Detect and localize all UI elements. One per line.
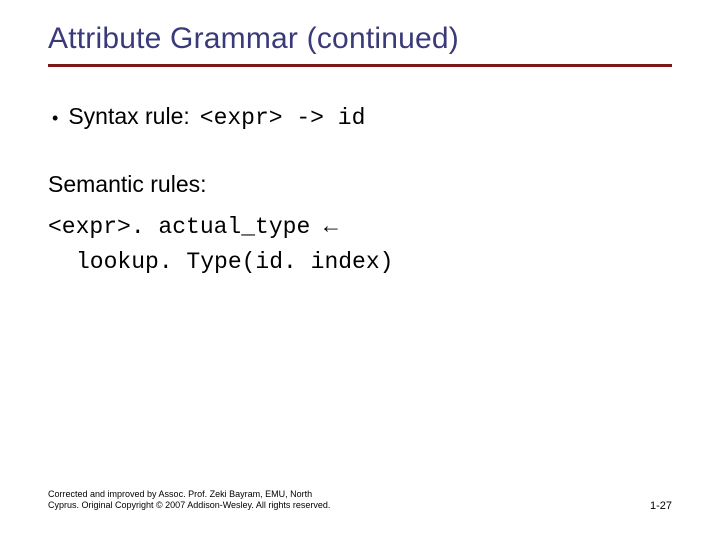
syntax-rule-label: Syntax rule: <box>68 103 189 130</box>
footer-line-1: Corrected and improved by Assoc. Prof. Z… <box>48 489 330 501</box>
syntax-rule-code: <expr> -> id <box>200 105 366 131</box>
slide-title: Attribute Grammar (continued) <box>48 22 672 56</box>
slide: Attribute Grammar (continued) • Syntax r… <box>0 0 720 540</box>
title-continued: (continued) <box>307 22 459 55</box>
semantic-rules-heading: Semantic rules: <box>48 171 672 198</box>
title-main: Attribute Grammar <box>48 22 307 55</box>
footer-copyright: Corrected and improved by Assoc. Prof. Z… <box>48 489 330 512</box>
semantic-line-2: lookup. Type(id. index) <box>76 245 672 280</box>
page-number: 1-27 <box>650 500 672 512</box>
semantic-line-1: <expr>. actual_type ← <box>48 210 672 245</box>
semantic-rules-body: <expr>. actual_type ← lookup. Type(id. i… <box>48 210 672 279</box>
bullet-icon: • <box>52 109 58 127</box>
footer-line-2: Cyprus. Original Copyright © 2007 Addiso… <box>48 500 330 512</box>
syntax-rule-row: • Syntax rule: <expr> -> id <box>52 103 672 131</box>
title-divider <box>48 64 672 67</box>
